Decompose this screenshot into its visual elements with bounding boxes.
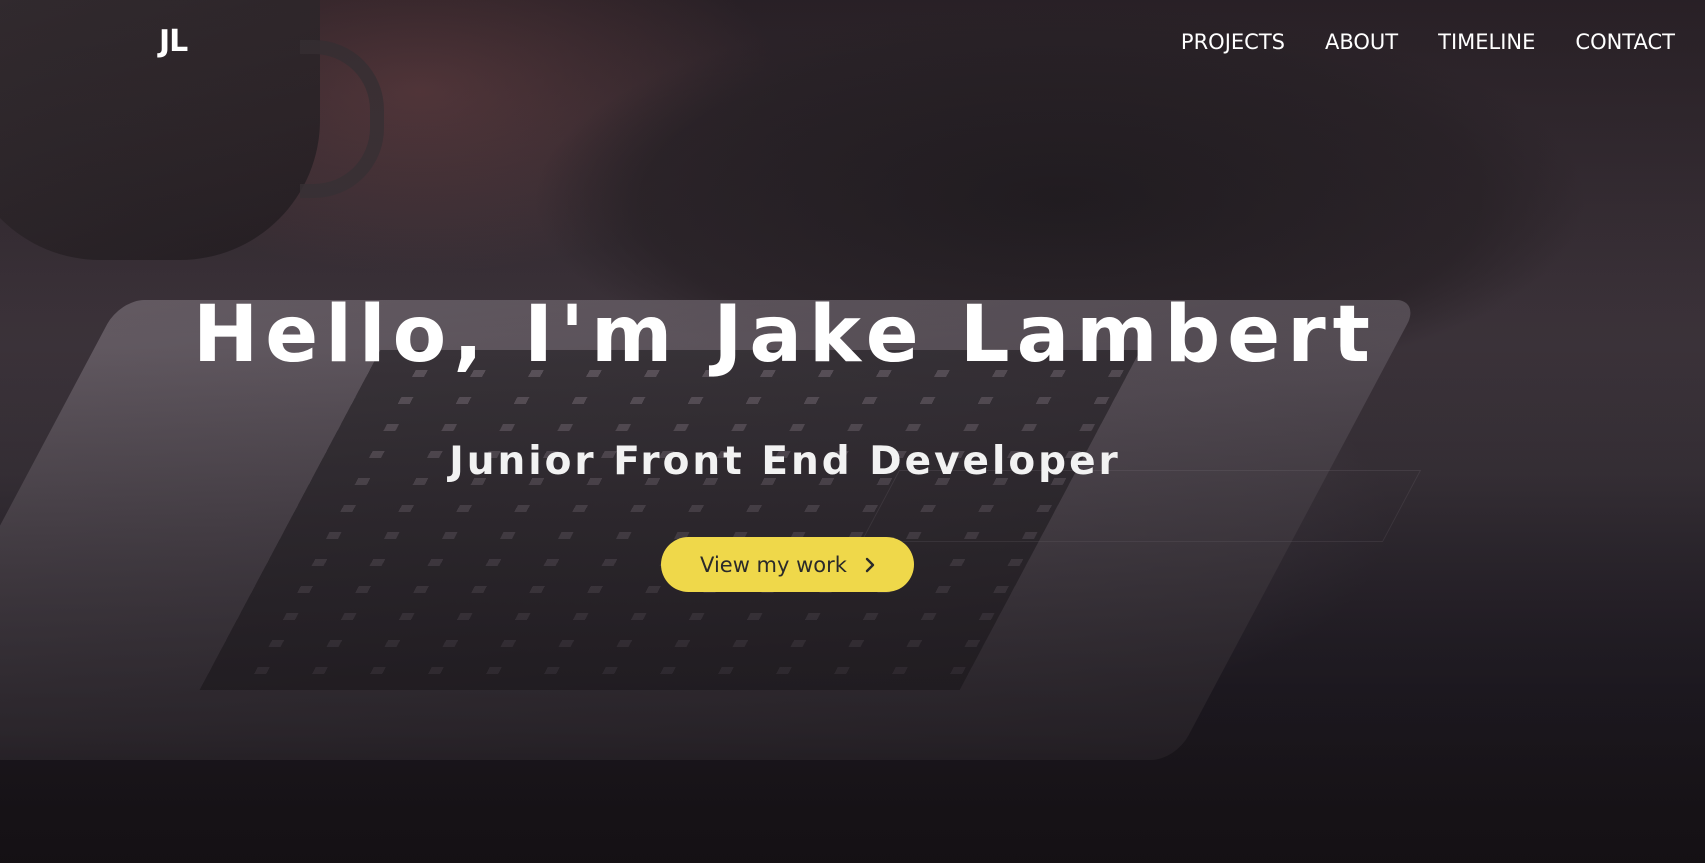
nav-link-timeline[interactable]: TIMELINE: [1438, 30, 1535, 54]
hero-section: JL PROJECTS ABOUT TIMELINE CONTACT Hello…: [0, 0, 1705, 863]
main-nav: PROJECTS ABOUT TIMELINE CONTACT: [1181, 30, 1675, 54]
background-overlay: [0, 0, 1705, 863]
nav-link-contact[interactable]: CONTACT: [1575, 30, 1675, 54]
nav-link-projects[interactable]: PROJECTS: [1181, 30, 1285, 54]
view-my-work-button[interactable]: View my work: [661, 537, 914, 592]
hero-title: Hello, I'm Jake Lambert: [193, 290, 1377, 380]
nav-link-about[interactable]: ABOUT: [1325, 30, 1398, 54]
chevron-right-icon: [865, 557, 875, 573]
site-logo[interactable]: JL: [159, 24, 188, 59]
background-photo-mug-handle: [300, 40, 384, 198]
hero-subtitle: Junior Front End Developer: [449, 439, 1121, 484]
view-my-work-label: View my work: [700, 552, 847, 577]
background-photo-keyboard: [199, 350, 1141, 690]
